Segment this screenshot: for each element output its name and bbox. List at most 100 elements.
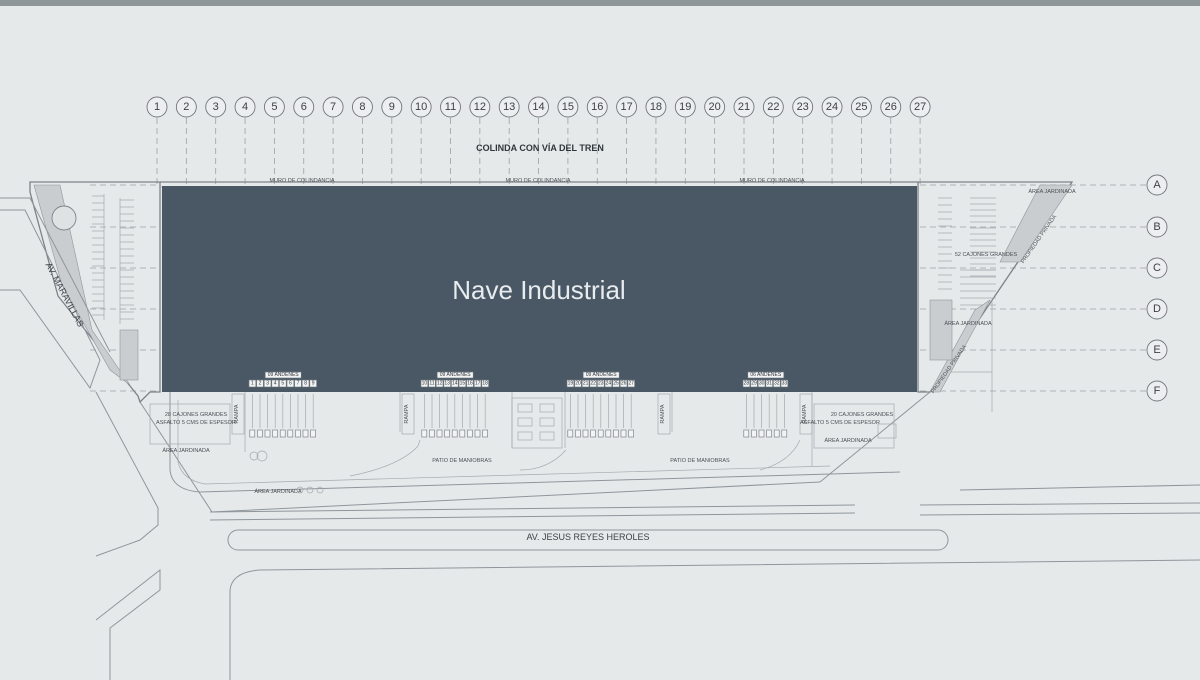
top-border xyxy=(0,0,1200,6)
truck-stop xyxy=(474,429,481,438)
garden-label-ne: ÁREA JARDINADA xyxy=(1028,188,1076,195)
ramps: RAMPA RAMPA RAMPA RAMPA xyxy=(231,393,813,435)
truck-stop xyxy=(257,429,263,438)
dock-number: 33 xyxy=(782,381,788,387)
truck-stop xyxy=(575,429,581,438)
truck-stop xyxy=(421,429,428,438)
garden-label-sw: ÁREA JARDINADA xyxy=(162,447,210,454)
truck-stop xyxy=(628,429,634,438)
column-bubble-label: 23 xyxy=(797,101,809,113)
dock-number: 4 xyxy=(274,381,277,387)
dock-number: 15 xyxy=(460,381,466,387)
truck-stop xyxy=(459,429,466,438)
truck-stop xyxy=(279,429,286,438)
dock-number: 30 xyxy=(759,381,765,387)
parking-west xyxy=(92,194,134,324)
dock-number: 6 xyxy=(289,381,292,387)
row-bubble-label: B xyxy=(1153,221,1160,233)
column-bubble-label: 3 xyxy=(213,101,219,113)
truck-stop xyxy=(436,429,443,438)
truck-stop xyxy=(582,429,589,438)
boundary-wall-label-2: MURO DE COLINDANCIA xyxy=(505,178,570,184)
truck-stop xyxy=(766,429,772,438)
row-bubble-label: C xyxy=(1153,262,1161,274)
truck-stop xyxy=(295,429,301,438)
column-bubble-label: 4 xyxy=(242,101,248,113)
dock-number: 23 xyxy=(598,381,604,387)
truck-stop xyxy=(451,429,458,438)
central-guard-area xyxy=(511,397,563,449)
boundary-wall-label-3: MURO DE COLINDANCIA xyxy=(739,178,804,184)
truck-stop xyxy=(773,429,780,438)
dock-number: 22 xyxy=(590,381,596,387)
column-bubbles: 1 2 3 4 5 6 7 8 9 10 11 12 13 14 15 16 17 18 19 20 21 22 23 24 2… xyxy=(146,96,931,118)
column-bubble-label: 22 xyxy=(767,101,779,113)
column-bubble-label: 21 xyxy=(738,101,750,113)
column-bubble-label: 20 xyxy=(709,101,721,113)
north-boundary-label: COLINDA CON VÍA DEL TREN xyxy=(476,143,604,153)
dock-number: 20 xyxy=(575,381,581,387)
dock-group-label: 06 ANDENES xyxy=(750,372,782,378)
truck-stop xyxy=(758,429,765,438)
column-bubble-label: 12 xyxy=(474,101,486,113)
dock-number: 9 xyxy=(312,381,315,387)
dock-number: 7 xyxy=(297,381,300,387)
truck-stop xyxy=(264,429,271,438)
column-bubble-label: 25 xyxy=(855,101,867,113)
yard-label-right: PATIO DE MANIOBRAS xyxy=(670,458,730,464)
row-bubble-label: E xyxy=(1153,344,1160,356)
column-bubble-label: 8 xyxy=(359,101,365,113)
truck-stop xyxy=(620,429,627,438)
dock-number: 19 xyxy=(568,381,574,387)
garden-label-east: ÁREA JARDINADA xyxy=(944,320,992,327)
truck-stop xyxy=(272,429,278,438)
column-bubble-label: 18 xyxy=(650,101,662,113)
dock-number: 5 xyxy=(281,381,284,387)
dock-number: 24 xyxy=(606,381,612,387)
dock-number: 1 xyxy=(251,381,254,387)
truck-stop xyxy=(567,429,574,438)
dock-number: 25 xyxy=(613,381,619,387)
column-bubble-label: 11 xyxy=(445,101,456,113)
garden-label-se: ÁREA JARDINADA xyxy=(824,437,872,444)
truck-stop xyxy=(444,429,450,438)
dock-number: 3 xyxy=(266,381,269,387)
dock-number: 2 xyxy=(259,381,262,387)
parking-southeast: 20 CAJONES GRANDES ASFALTO 5 CMS DE ESPE… xyxy=(800,403,897,449)
parking-large-right-label: 20 CAJONES GRANDES xyxy=(831,412,894,418)
yard-label-left: PATIO DE MANIOBRAS xyxy=(432,458,492,464)
column-bubble-label: 27 xyxy=(914,101,926,113)
dock-number: 26 xyxy=(621,381,627,387)
dock-number: 18 xyxy=(482,381,488,387)
street-south-label: AV. JESUS REYES HEROLES xyxy=(526,532,649,542)
column-bubble-label: 6 xyxy=(301,101,307,113)
parking-large-left-label: 28 CAJONES GRANDES xyxy=(165,412,228,418)
truck-stop xyxy=(302,429,309,438)
row-bubble-label: F xyxy=(1154,385,1161,397)
truck-stop xyxy=(310,429,316,438)
truck-stop xyxy=(429,429,435,438)
truck-stop xyxy=(751,429,757,438)
dock-number: 14 xyxy=(452,381,458,387)
dock-number: 10 xyxy=(422,381,428,387)
maneuver-yards: PATIO DE MANIOBRAS PATIO DE MANIOBRAS xyxy=(349,439,801,477)
ramp-label-3: RAMPA xyxy=(660,404,666,423)
dock-group-label: 09 ANDENES xyxy=(440,372,472,378)
building-label: Nave Industrial xyxy=(452,275,625,305)
asphalt-left-label: ASFALTO 5 CMS DE ESPESOR xyxy=(156,420,236,426)
column-bubble-label: 13 xyxy=(503,101,515,113)
truck-stop xyxy=(597,429,604,438)
dock-number: 17 xyxy=(475,381,481,387)
dock-group-label: 09 ANDENES xyxy=(586,372,618,378)
column-bubble-label: 1 xyxy=(154,101,160,113)
truck-stop xyxy=(482,429,488,438)
dock-group-label: 09 ANDENES xyxy=(268,372,300,378)
dock-number: 8 xyxy=(304,381,307,387)
column-bubble-label: 5 xyxy=(271,101,277,113)
parking-large-right-upper-label: 52 CAJONES GRANDES xyxy=(955,252,1018,258)
tree-icon xyxy=(51,205,77,231)
truck-stop xyxy=(249,429,256,438)
column-bubble-label: 14 xyxy=(532,101,544,113)
column-bubble-label: 26 xyxy=(885,101,897,113)
site-plan: Nave Industrial COLINDA CON VÍA DEL TREN… xyxy=(0,0,1200,680)
